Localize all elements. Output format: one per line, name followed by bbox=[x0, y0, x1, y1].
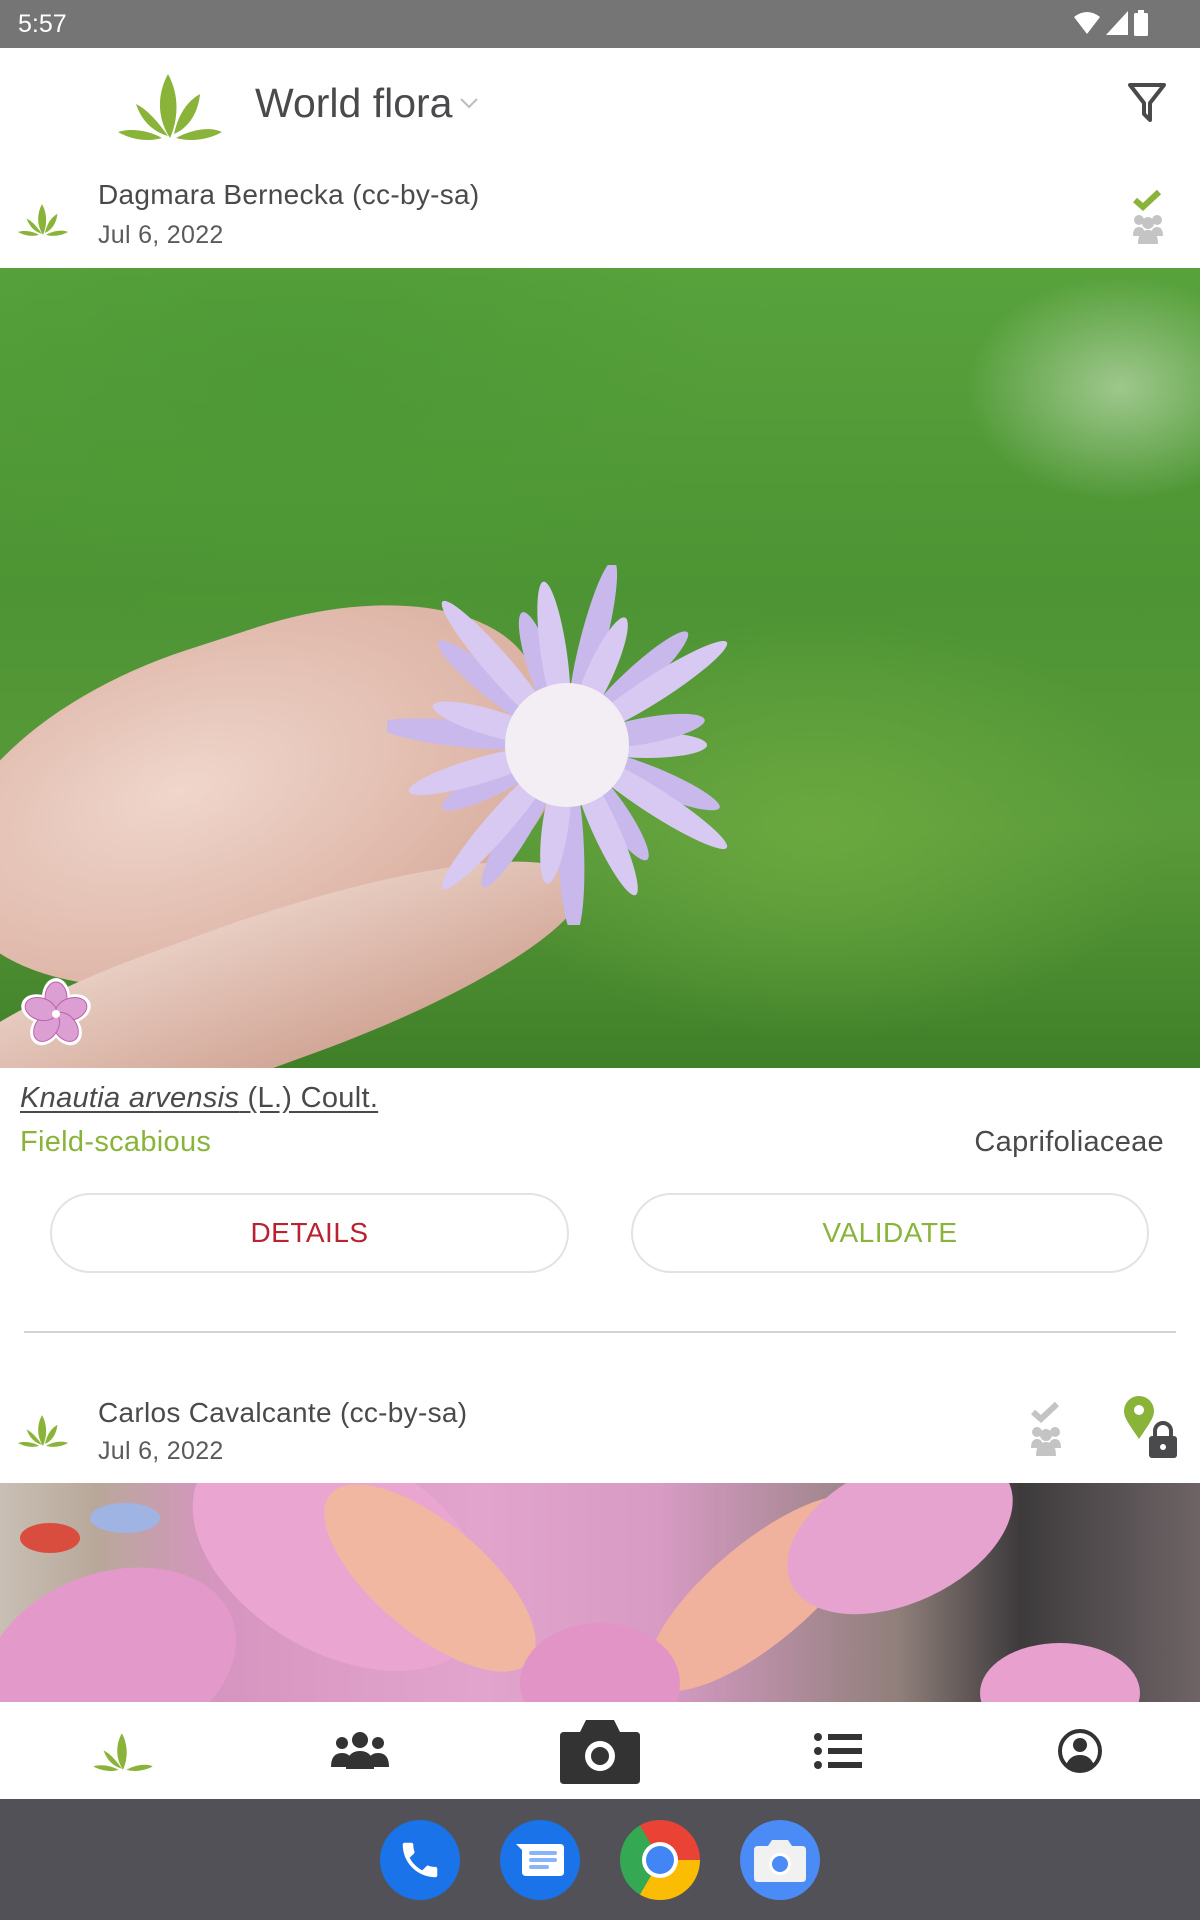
filter-icon[interactable] bbox=[1127, 82, 1167, 124]
validated-check-icon bbox=[1133, 189, 1162, 211]
dock-chrome[interactable] bbox=[620, 1820, 700, 1900]
nav-profile[interactable] bbox=[960, 1702, 1200, 1799]
phone-icon bbox=[402, 1842, 438, 1878]
plantnet-leaf-icon bbox=[18, 1415, 68, 1447]
common-name: Field-scabious bbox=[20, 1126, 212, 1158]
account-icon bbox=[1058, 1728, 1102, 1773]
family-name: Caprifoliaceae bbox=[974, 1126, 1164, 1158]
dock-phone[interactable] bbox=[380, 1820, 460, 1900]
nav-community[interactable] bbox=[240, 1702, 480, 1799]
observation-photo[interactable] bbox=[0, 268, 1200, 1068]
observation-header[interactable]: Carlos Cavalcante (cc-by-sa) Jul 6, 2022 bbox=[0, 1377, 1200, 1483]
list-icon bbox=[814, 1732, 862, 1769]
details-button[interactable]: DETAILS bbox=[50, 1193, 569, 1273]
page-title: World flora bbox=[255, 80, 453, 126]
observation-date: Jul 6, 2022 bbox=[98, 221, 224, 249]
bottom-nav bbox=[0, 1702, 1200, 1799]
plantnet-leaf-icon bbox=[18, 204, 68, 236]
status-time: 5:57 bbox=[18, 10, 67, 38]
dock-messages[interactable] bbox=[500, 1820, 580, 1900]
nav-home[interactable] bbox=[3, 1702, 243, 1799]
wifi-icon bbox=[1074, 12, 1100, 34]
observation-photo[interactable] bbox=[0, 1483, 1200, 1702]
camera-app-icon bbox=[754, 1840, 806, 1882]
species-name-link[interactable]: Knautia arvensis (L.) Coult. bbox=[20, 1082, 378, 1115]
chevron-down-icon bbox=[460, 98, 479, 109]
observation-date: Jul 6, 2022 bbox=[98, 1437, 224, 1465]
cell-signal-icon bbox=[1106, 11, 1128, 35]
community-group-icon bbox=[1031, 1427, 1061, 1456]
observation-header[interactable]: Dagmara Bernecka (cc-by-sa) Jul 6, 2022 bbox=[0, 162, 1200, 268]
community-group-icon bbox=[1133, 215, 1163, 244]
nav-camera[interactable] bbox=[480, 1702, 720, 1799]
species-authority: (L.) Coult. bbox=[239, 1082, 379, 1114]
camera-icon bbox=[560, 1719, 640, 1784]
flora-selector[interactable]: World flora bbox=[255, 80, 479, 127]
unvalidated-check-icon bbox=[1031, 1401, 1060, 1423]
chrome-icon bbox=[642, 1842, 678, 1878]
flower-organ-icon bbox=[21, 978, 91, 1046]
observation-author: Carlos Cavalcante (cc-by-sa) bbox=[98, 1397, 468, 1428]
group-icon bbox=[331, 1731, 389, 1769]
card-divider bbox=[24, 1331, 1176, 1333]
dock-camera[interactable] bbox=[740, 1820, 820, 1900]
flower-center bbox=[505, 683, 629, 807]
messages-icon bbox=[516, 1844, 564, 1876]
plantnet-leaf-logo bbox=[118, 74, 222, 140]
battery-icon bbox=[1134, 10, 1148, 36]
observation-author: Dagmara Bernecka (cc-by-sa) bbox=[98, 179, 480, 210]
nav-list[interactable] bbox=[718, 1702, 958, 1799]
system-dock bbox=[0, 1799, 1200, 1920]
app-header: World flora bbox=[0, 48, 1200, 162]
species-binomial: Knautia arvensis bbox=[20, 1082, 240, 1114]
lock-icon bbox=[1149, 1421, 1177, 1458]
validate-button[interactable]: VALIDATE bbox=[631, 1193, 1149, 1273]
status-bar: 5:57 bbox=[0, 0, 1200, 48]
photo-flower bbox=[387, 565, 728, 925]
leaf-icon bbox=[93, 1732, 153, 1771]
